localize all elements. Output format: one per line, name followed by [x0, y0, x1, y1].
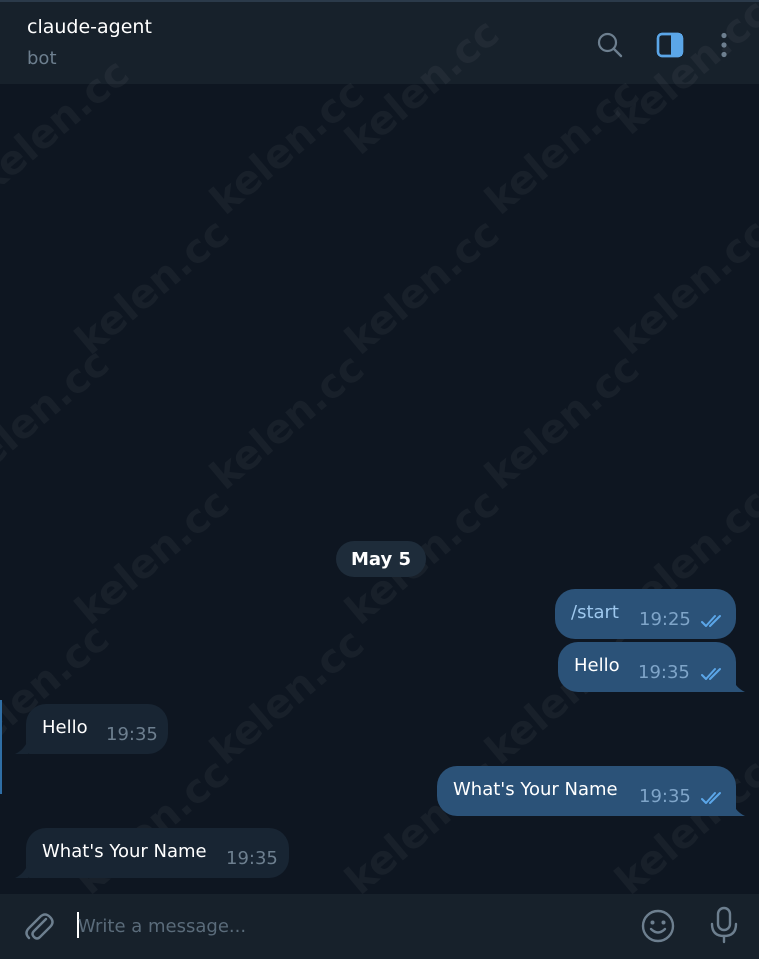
- watermark: kelen.cc: [67, 210, 238, 364]
- watermark: kelen.cc: [607, 210, 759, 364]
- message-time: 19:35: [639, 786, 691, 807]
- watermark: kelen.cc: [337, 210, 508, 364]
- double-check-icon: [701, 792, 721, 804]
- message-incoming[interactable]: Hello 19:35: [26, 704, 168, 754]
- message-list[interactable]: kelen.cc kelen.cc kelen.cc kelen.cc kele…: [0, 0, 759, 904]
- search-icon[interactable]: [595, 30, 625, 60]
- chat-title[interactable]: claude-agent: [27, 16, 152, 38]
- watermark: kelen.cc: [202, 70, 373, 224]
- telegram-window: claude-agent bot kelen.cc ke: [0, 0, 759, 959]
- message-text: Hello: [42, 717, 88, 738]
- microphone-icon[interactable]: [706, 906, 742, 944]
- message-time: 19:25: [639, 609, 691, 630]
- bubble-tail: [732, 678, 745, 692]
- watermark: kelen.cc: [202, 620, 373, 774]
- sidebar-toggle-icon[interactable]: [655, 30, 685, 60]
- watermark: kelen.cc: [202, 345, 373, 499]
- bubble-tail: [15, 740, 28, 754]
- watermark: kelen.cc: [67, 750, 238, 904]
- message-time: 19:35: [106, 724, 158, 745]
- message-time: 19:35: [226, 848, 278, 869]
- message-composer: [0, 894, 759, 959]
- message-text: What's Your Name: [453, 779, 618, 800]
- message-outgoing[interactable]: /start 19:25: [555, 589, 736, 639]
- message-text: /start: [571, 602, 619, 623]
- watermark: kelen.cc: [477, 345, 648, 499]
- watermark: kelen.cc: [477, 70, 648, 224]
- bubble-tail: [15, 864, 28, 878]
- emoji-icon[interactable]: [640, 908, 676, 944]
- unread-indicator: [0, 700, 2, 794]
- paperclip-icon[interactable]: [22, 910, 56, 944]
- bubble-tail: [732, 802, 745, 816]
- watermark: kelen.cc: [67, 480, 238, 634]
- chat-header: claude-agent bot: [0, 0, 759, 84]
- double-check-icon: [701, 668, 721, 680]
- message-text: What's Your Name: [42, 841, 207, 862]
- message-outgoing[interactable]: What's Your Name 19:35: [437, 766, 736, 816]
- message-time: 19:35: [638, 662, 690, 683]
- double-check-icon: [701, 615, 721, 627]
- message-text: Hello: [574, 655, 620, 676]
- message-incoming[interactable]: What's Your Name 19:35: [26, 828, 289, 878]
- chat-subtitle: bot: [27, 48, 57, 69]
- date-separator: May 5: [336, 541, 426, 577]
- message-input[interactable]: [78, 908, 618, 944]
- watermark: kelen.cc: [0, 340, 118, 494]
- message-outgoing[interactable]: Hello 19:35: [558, 642, 736, 692]
- more-vertical-icon[interactable]: [709, 30, 739, 60]
